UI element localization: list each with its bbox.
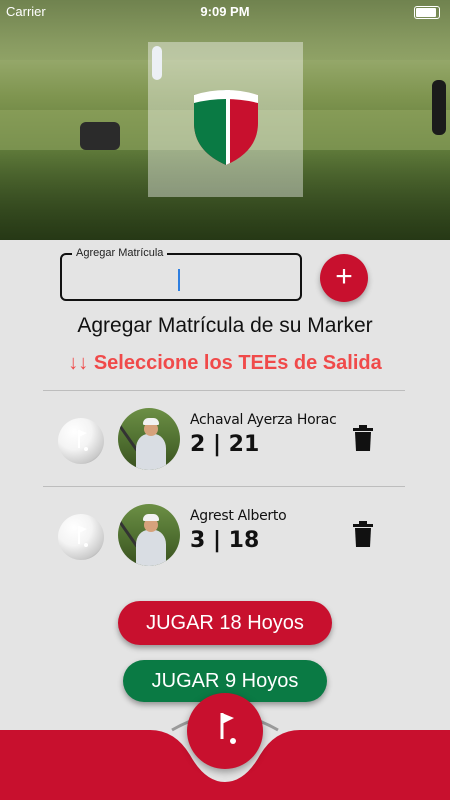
play-18-holes-button[interactable]: JUGAR 18 Hoyos: [118, 601, 332, 645]
golf-bag: [80, 122, 120, 150]
player-score: 3 | 18: [190, 528, 260, 553]
battery-icon: [414, 6, 440, 19]
player-name: Achaval Ayerza Horac: [190, 412, 337, 428]
text-cursor: [178, 269, 180, 291]
player-row: Agrest Alberto 3 | 18: [0, 496, 450, 576]
player-score: 2 | 21: [190, 432, 260, 457]
home-fab[interactable]: [187, 693, 263, 769]
tee-selector-button[interactable]: [58, 418, 104, 464]
golf-flag-icon: [220, 713, 236, 744]
trash-icon[interactable]: [352, 520, 374, 548]
marker-license-field[interactable]: Agregar Matrícula: [60, 247, 302, 301]
avatar: [118, 504, 180, 566]
clock: 9:09 PM: [200, 4, 250, 19]
add-marker-button[interactable]: +: [320, 254, 368, 302]
divider: [43, 486, 405, 487]
avatar: [118, 408, 180, 470]
tee-selector-button[interactable]: [58, 514, 104, 560]
club-logo-panel: [148, 42, 303, 197]
divider: [43, 390, 405, 391]
player-row: Achaval Ayerza Horac 2 | 21: [0, 400, 450, 480]
club-shield-logo: [194, 90, 258, 165]
select-tees-prompt: ↓↓ Seleccione los TEEs de Salida: [68, 352, 382, 374]
header-photo: Carrier 9:09 PM: [0, 0, 450, 240]
golfer-figure: [432, 80, 446, 135]
page-title: Agregar Matrícula de su Marker: [77, 314, 373, 337]
golf-flag-icon: [78, 430, 88, 451]
player-name: Agrest Alberto: [190, 508, 287, 524]
golf-flag-icon: [78, 526, 88, 547]
trash-icon[interactable]: [352, 424, 374, 452]
marker-license-label: Agregar Matrícula: [72, 247, 168, 259]
status-bar: Carrier 9:09 PM: [0, 0, 450, 24]
